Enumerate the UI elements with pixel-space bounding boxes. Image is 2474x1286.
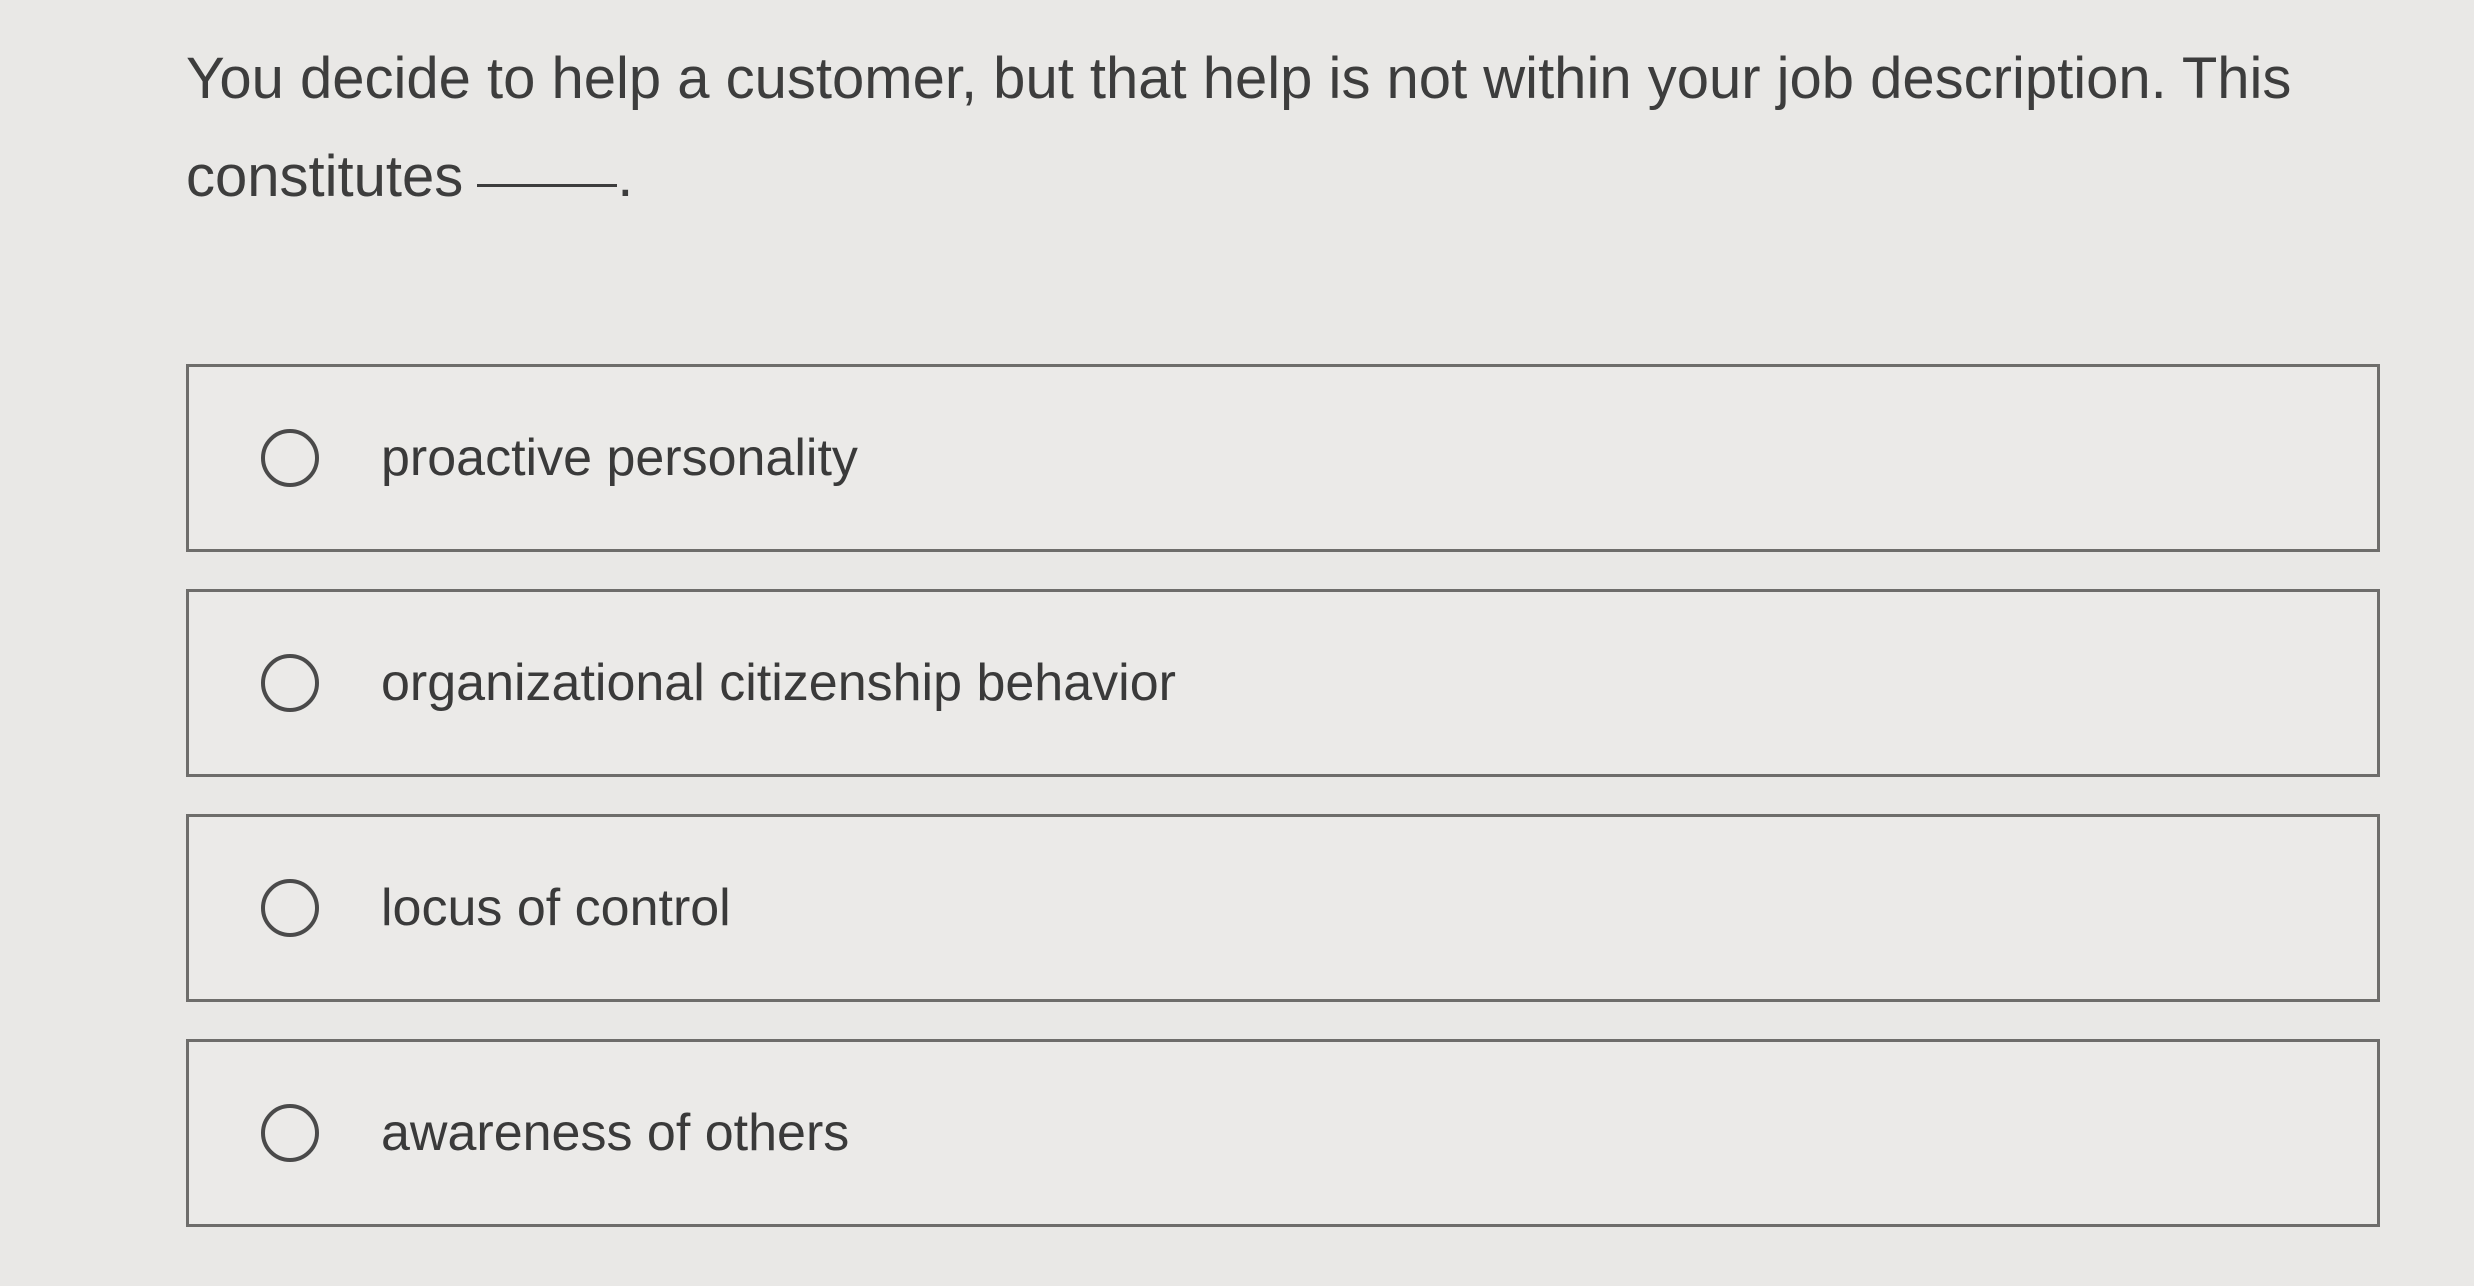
answer-options: proactive personality organizational cit…: [186, 364, 2380, 1264]
option-proactive-personality[interactable]: proactive personality: [186, 364, 2380, 552]
radio-button[interactable]: [261, 1104, 319, 1162]
option-organizational-citizenship-behavior[interactable]: organizational citizenship behavior: [186, 589, 2380, 777]
question-text: You decide to help a customer, but that …: [186, 30, 2416, 226]
answer-blank: [477, 184, 618, 188]
option-awareness-of-others[interactable]: awareness of others: [186, 1039, 2380, 1227]
option-locus-of-control[interactable]: locus of control: [186, 814, 2380, 1002]
radio-button[interactable]: [261, 654, 319, 712]
option-label: awareness of others: [381, 1104, 850, 1162]
option-label: organizational citizenship behavior: [381, 654, 1176, 712]
question-period: .: [617, 144, 634, 209]
option-label: proactive personality: [381, 429, 858, 487]
radio-button[interactable]: [261, 429, 319, 487]
option-label: locus of control: [381, 879, 731, 937]
radio-button[interactable]: [261, 879, 319, 937]
